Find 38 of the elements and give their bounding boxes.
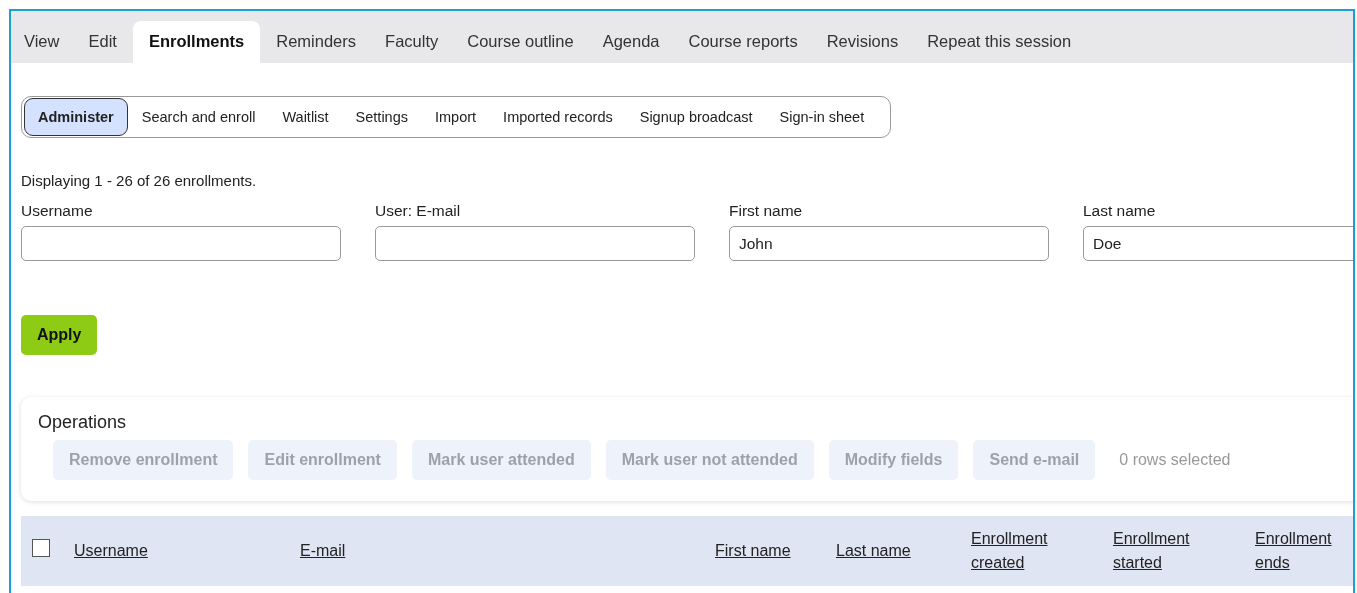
subtab[interactable]: Imported records — [490, 98, 626, 136]
subtab[interactable]: Search and enroll — [128, 98, 269, 136]
column-header[interactable]: Last name — [836, 539, 931, 563]
input-field[interactable] — [21, 226, 341, 261]
subtab[interactable]: Waitlist — [269, 98, 342, 136]
tab[interactable]: View — [11, 21, 73, 63]
column-header[interactable]: E-mail — [300, 539, 395, 563]
column-header[interactable]: Enrollment created — [971, 527, 1066, 575]
column-header[interactable]: Enrollment started — [1113, 527, 1208, 575]
tab[interactable]: Course outline — [454, 21, 587, 63]
operations-title: Operations — [38, 412, 128, 433]
input-field[interactable]: Doe — [1083, 226, 1353, 261]
subtab[interactable]: Import — [422, 98, 490, 136]
tab[interactable]: Agenda — [589, 21, 673, 63]
filter-label: First name — [729, 202, 804, 220]
tab[interactable]: Edit — [75, 21, 130, 63]
filter-label: Last name — [1083, 202, 1157, 220]
filter-label: User: E-mail — [375, 202, 462, 220]
subtab[interactable]: Sign-in sheet — [766, 98, 878, 136]
tab[interactable]: Reminders — [263, 21, 370, 63]
subtab[interactable]: Administer — [24, 98, 128, 136]
column-header[interactable]: First name — [715, 539, 810, 563]
subtab[interactable]: Signup broadcast — [626, 98, 766, 136]
column-header[interactable]: Username — [74, 539, 169, 563]
filter-label: Username — [21, 202, 94, 220]
tab[interactable]: Course reports — [675, 21, 811, 63]
subtab[interactable]: Settings — [342, 98, 421, 136]
input-field[interactable] — [375, 226, 695, 261]
tab[interactable]: Faculty — [372, 21, 452, 63]
apply-button[interactable]: Apply — [21, 315, 98, 355]
summary-text: Displaying 1 - 26 of 26 enrollments. — [21, 172, 258, 189]
tab[interactable]: Enrollments — [132, 21, 261, 63]
column-header[interactable]: Enrollment ends — [1255, 527, 1350, 575]
selection-count: 0 rows selected — [1119, 451, 1231, 469]
input-field[interactable]: John — [729, 226, 1049, 261]
select-all-checkbox[interactable] — [32, 539, 50, 557]
tab[interactable]: Revisions — [813, 21, 912, 63]
tab[interactable]: Repeat this session — [914, 21, 1085, 63]
